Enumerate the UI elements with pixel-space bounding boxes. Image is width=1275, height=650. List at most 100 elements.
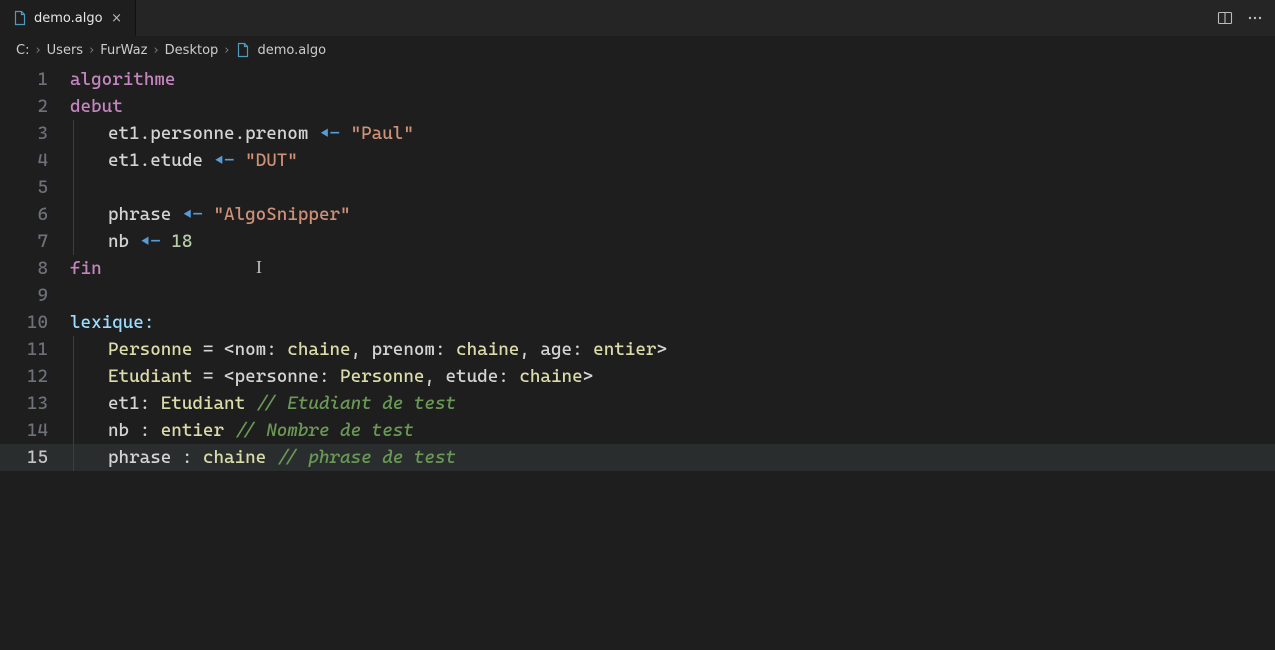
token-plain <box>224 417 235 444</box>
token-sym: ◂- <box>182 201 203 228</box>
token-field: age <box>540 336 572 363</box>
token-type: entier <box>161 417 224 444</box>
code-line[interactable]: 6phrase ◂- "AlgoSnipper" <box>0 201 1275 228</box>
code-line[interactable]: 15phrase : chaine // phrase de test <box>0 444 1275 471</box>
token-kw: fin <box>70 255 102 282</box>
token-kw: debut <box>70 93 123 120</box>
token-punct: = < <box>192 363 234 390</box>
code-line[interactable]: 5 <box>0 174 1275 201</box>
split-editor-icon[interactable] <box>1217 10 1233 26</box>
token-kw: algorithme <box>70 66 175 93</box>
token-plain: et1 <box>108 147 140 174</box>
token-num: 18 <box>171 228 192 255</box>
token-cmt: // phrase de test <box>277 444 456 471</box>
line-number: 5 <box>0 174 70 201</box>
code-editor[interactable]: 1algorithme2debut3et1.personne.prenom ◂-… <box>0 64 1275 650</box>
code-line[interactable]: 2debut <box>0 93 1275 120</box>
code-line[interactable]: 12Etudiant = <personne: Personne, etude:… <box>0 363 1275 390</box>
token-str: "DUT" <box>245 147 298 174</box>
line-number: 3 <box>0 120 70 147</box>
chevron-right-icon: › <box>35 43 40 58</box>
indent-guide <box>73 174 74 201</box>
indent-guide <box>73 228 74 255</box>
token-punct: : <box>435 336 456 363</box>
token-str: "Paul" <box>351 120 414 147</box>
file-icon <box>235 42 251 58</box>
indent-guide <box>73 120 74 147</box>
token-field: personne <box>235 363 319 390</box>
token-punct: : <box>140 390 161 417</box>
line-number: 12 <box>0 363 70 390</box>
token-plain <box>340 120 351 147</box>
tab-bar: demo.algo × <box>0 0 1275 36</box>
token-type: chaine <box>456 336 519 363</box>
breadcrumb-segment[interactable]: C: <box>16 43 29 58</box>
token-punct: , <box>351 336 372 363</box>
code-line[interactable]: 7nb ◂- 18 <box>0 228 1275 255</box>
tab-label: demo.algo <box>34 11 103 26</box>
breadcrumb-segment[interactable]: Desktop <box>165 43 219 58</box>
code-content: lexique: <box>70 309 154 336</box>
code-line[interactable]: 8fin <box>0 255 1275 282</box>
token-punct: : <box>319 363 340 390</box>
line-number: 1 <box>0 66 70 93</box>
indent-guide <box>73 363 74 390</box>
more-actions-icon[interactable] <box>1247 10 1263 26</box>
token-punct: : <box>266 336 287 363</box>
token-plain <box>161 228 172 255</box>
code-content: fin <box>70 255 102 282</box>
code-line[interactable]: 9 <box>0 282 1275 309</box>
token-sym: ◂- <box>140 228 161 255</box>
token-plain: nb <box>108 417 140 444</box>
file-icon <box>12 10 28 26</box>
line-number: 11 <box>0 336 70 363</box>
code-line[interactable]: 4et1.etude ◂- "DUT" <box>0 147 1275 174</box>
line-number: 14 <box>0 417 70 444</box>
token-plain: et1 <box>108 390 140 417</box>
token-cmt: // Etudiant de test <box>256 390 456 417</box>
line-number: 7 <box>0 228 70 255</box>
token-type: chaine <box>519 363 582 390</box>
token-sym: ◂- <box>319 120 340 147</box>
token-punct: . <box>140 120 151 147</box>
breadcrumb-segment[interactable]: Users <box>47 43 83 58</box>
token-cmt: // Nombre de test <box>235 417 414 444</box>
token-punct: > <box>583 363 594 390</box>
token-type: Etudiant <box>108 363 192 390</box>
token-type: Etudiant <box>161 390 245 417</box>
code-content <box>70 174 108 201</box>
breadcrumb-segment[interactable]: FurWaz <box>100 43 147 58</box>
token-plain <box>203 201 214 228</box>
token-type: chaine <box>287 336 350 363</box>
code-line[interactable]: 13 et1: Etudiant // Etudiant de test <box>0 390 1275 417</box>
token-punct: > <box>656 336 667 363</box>
token-id: lexique: <box>70 309 154 336</box>
token-punct: . <box>235 120 246 147</box>
code-line[interactable]: 10lexique: <box>0 309 1275 336</box>
chevron-right-icon: › <box>224 43 229 58</box>
code-line[interactable]: 11Personne = <nom: chaine, prenom: chain… <box>0 336 1275 363</box>
line-number: 8 <box>0 255 70 282</box>
token-punct: : <box>498 363 519 390</box>
token-type: Personne <box>108 336 192 363</box>
line-number: 10 <box>0 309 70 336</box>
close-icon[interactable]: × <box>109 11 125 26</box>
code-content: algorithme <box>70 66 175 93</box>
indent-guide <box>73 201 74 228</box>
token-str: "AlgoSnipper" <box>213 201 350 228</box>
token-type: Personne <box>340 363 424 390</box>
code-line[interactable]: 1algorithme <box>0 66 1275 93</box>
line-number: 15 <box>0 444 70 471</box>
line-number: 13 <box>0 390 70 417</box>
token-field: etude <box>446 363 499 390</box>
token-punct: = < <box>192 336 234 363</box>
breadcrumb: C: › Users › FurWaz › Desktop › demo.alg… <box>0 36 1275 64</box>
breadcrumb-file[interactable]: demo.algo <box>257 43 326 58</box>
code-content: phrase : chaine // phrase de test <box>70 444 456 471</box>
token-punct: : <box>140 417 161 444</box>
code-line[interactable]: 3et1.personne.prenom ◂- "Paul" <box>0 120 1275 147</box>
code-line[interactable]: 14 nb : entier // Nombre de test <box>0 417 1275 444</box>
token-plain <box>245 390 256 417</box>
token-sym: ◂- <box>213 147 234 174</box>
tab-demo-algo[interactable]: demo.algo × <box>0 0 136 36</box>
